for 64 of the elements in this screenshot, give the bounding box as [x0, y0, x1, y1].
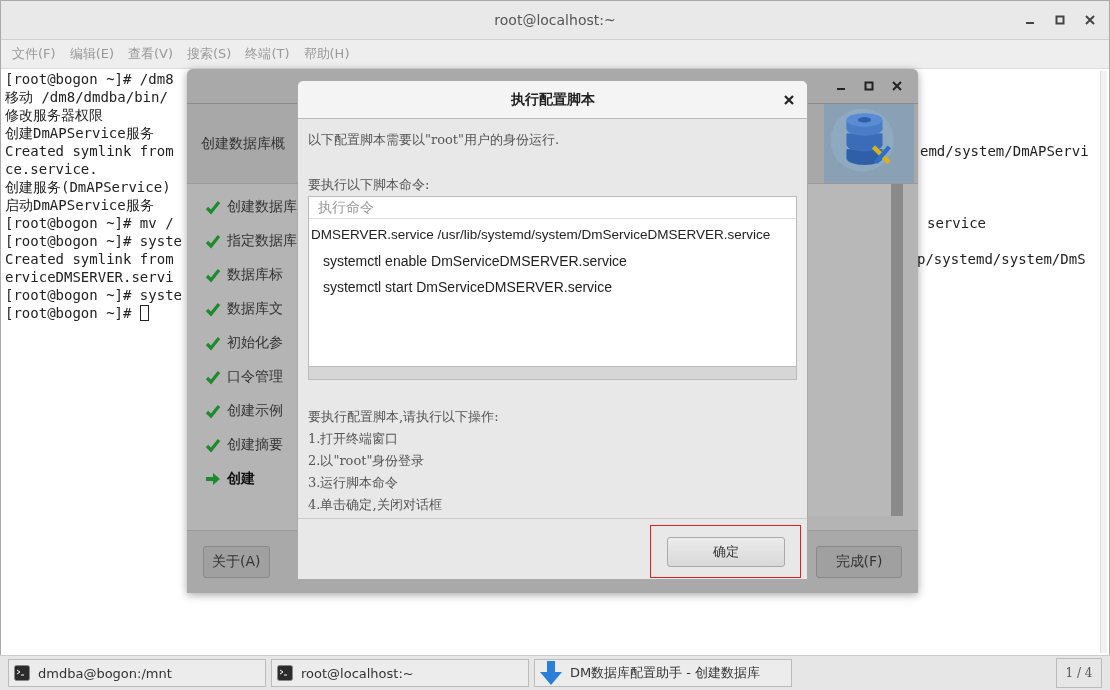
terminal-line: [root@bogon ~]# syste: [5, 232, 182, 250]
terminal-line: 启动DmAPService服务: [5, 196, 154, 214]
menu-item[interactable]: 搜索(S): [187, 45, 232, 63]
taskbar-item[interactable]: root@localhost:~: [271, 659, 529, 687]
instruction-text: 1.打开终端窗口: [308, 430, 400, 448]
terminal-line: 修改服务器权限: [5, 106, 103, 124]
terminal-line: 移动 /dm8/dmdba/bin/: [5, 88, 168, 106]
terminal-line: emd/system/DmAPServi: [920, 142, 1089, 160]
steps-label: 要执行配置脚本,请执行以下操作:: [308, 408, 500, 426]
intro-text: 以下配置脚本需要以"root"用户的身份运行.: [308, 131, 561, 149]
instruction-text: 2.以"root"身份登录: [308, 452, 426, 470]
terminal-line: Created symlink from: [5, 142, 174, 160]
step-label: 创建: [227, 470, 255, 488]
menu-item[interactable]: 终端(T): [245, 45, 290, 63]
terminal-line: p/systemd/system/DmS: [917, 250, 1086, 268]
column-header: 执行命令: [309, 197, 796, 219]
menu-item[interactable]: 帮助(H): [303, 45, 350, 63]
step-label: 数据库文: [227, 300, 283, 318]
terminal-icon: [277, 665, 293, 681]
terminal-line: [root@bogon ~]#: [5, 304, 133, 322]
terminal-line: [root@bogon ~]# /dm8: [5, 70, 174, 88]
workspace-pager[interactable]: 1 / 4: [1056, 658, 1102, 688]
terminal-line: 创建DmAPService服务: [5, 124, 154, 142]
step-label: 创建数据库: [227, 198, 297, 216]
step-label: 指定数据库: [227, 232, 297, 250]
close-icon[interactable]: [784, 95, 794, 105]
scrollbar[interactable]: [891, 184, 903, 516]
down-arrow-icon: [540, 661, 562, 685]
ok-button[interactable]: 确定: [666, 536, 785, 567]
step-label: 数据库标: [227, 266, 283, 284]
step-label: 口令管理: [227, 368, 283, 386]
instruction-text: 4.单击确定,关闭对话框: [308, 496, 443, 514]
scrollbar[interactable]: [1100, 71, 1107, 653]
dialog-title: 执行配置脚本: [510, 90, 595, 109]
instruction-text: 3.运行脚本命令: [308, 474, 400, 492]
step-label: 创建摘要: [227, 436, 283, 454]
taskbar-item[interactable]: dmdba@bogon:/mnt: [8, 659, 266, 687]
terminal-line: service: [927, 214, 986, 232]
page-heading: 创建数据库概: [200, 134, 285, 153]
terminal-line: ce.service.: [5, 160, 98, 178]
finish-button[interactable]: 完成(F): [816, 546, 902, 578]
about-button[interactable]: 关于(A): [203, 546, 270, 578]
window-title: root@localhost:~: [494, 12, 616, 28]
command-row-text: systemctl start DmServiceDMSERVER.service: [321, 278, 613, 297]
menu-item[interactable]: 编辑(E): [69, 45, 114, 63]
command-row-text: DMSERVER.service /usr/lib/systemd/system/DmServiceDMSERVER.service: [310, 226, 772, 244]
scrollbar[interactable]: [309, 366, 796, 379]
close-icon[interactable]: [1085, 15, 1095, 25]
step-label: 创建示例: [227, 402, 283, 420]
step-label: 初始化参: [227, 334, 283, 352]
command-row-text: systemctl enable DmServiceDMSERVER.service: [321, 252, 628, 271]
terminal-line: erviceDMSERVER.servi: [5, 268, 174, 286]
maximize-icon[interactable]: [1055, 15, 1065, 25]
close-icon[interactable]: [892, 81, 902, 91]
maximize-icon[interactable]: [864, 81, 874, 91]
terminal-line: [root@bogon ~]# mv /: [5, 214, 174, 232]
menu-item[interactable]: 文件(F): [12, 45, 56, 63]
terminal-line: 创建服务(DmAPService): [5, 178, 171, 196]
menu-item[interactable]: 查看(V): [128, 45, 174, 63]
commands-label: 要执行以下脚本命令:: [308, 176, 431, 194]
taskbar-item[interactable]: DM数据库配置助手 - 创建数据库: [534, 659, 792, 687]
terminal-line: Created symlink from: [5, 250, 174, 268]
terminal-line: [root@bogon ~]# syste: [5, 286, 182, 304]
terminal-icon: [14, 665, 30, 681]
